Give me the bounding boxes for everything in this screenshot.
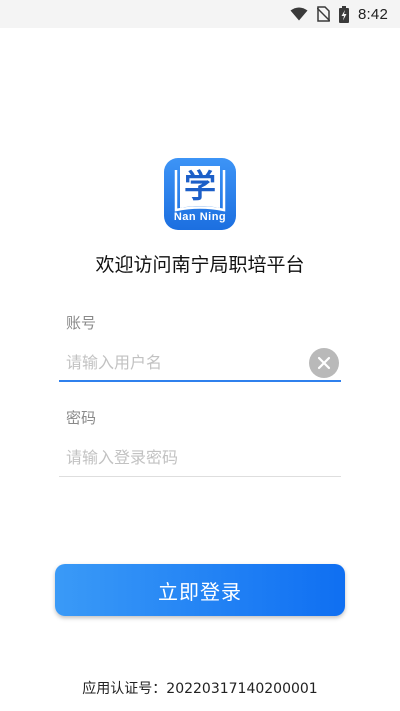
no-sim-icon [317,6,330,22]
password-underline [59,476,341,477]
status-bar: 8:42 [0,0,400,28]
account-label: 账号 [66,314,97,332]
password-label: 密码 [66,409,97,427]
logo-text: Nan Ning [173,211,227,223]
close-icon [317,356,331,370]
welcome-title: 欢迎访问南宁局职培平台 [95,254,305,276]
wifi-icon [290,7,308,21]
app-logo: 学 Nan Ning [164,158,236,230]
certificate-number: 应用认证号：20220317140200001 [82,681,318,697]
login-button[interactable]: 立即登录 [55,564,345,616]
battery-charging-icon [339,5,349,23]
logo-character: 学 [183,167,216,205]
password-input[interactable] [59,437,341,477]
status-time: 8:42 [358,5,388,23]
login-screen: 8:42 学 Nan Ning 欢迎访问南宁局职培平台 账号 密码 立即登录 应… [0,0,400,711]
clear-button[interactable] [309,348,339,378]
username-input[interactable] [59,342,341,382]
password-field [59,437,341,477]
account-field [59,342,341,382]
account-underline [59,380,341,382]
